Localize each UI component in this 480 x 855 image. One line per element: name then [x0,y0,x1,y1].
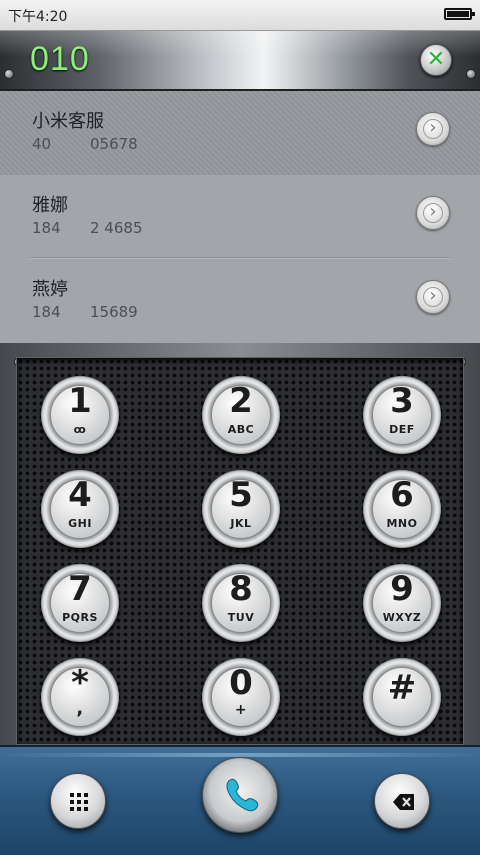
chevron-right-icon: › [429,117,437,138]
key-letters: WXYZ [382,611,422,624]
key-7[interactable]: 7 PQRS [41,564,119,642]
contact-detail-button[interactable]: › [416,280,450,314]
key-digit: 0 [229,663,253,703]
key-digit: # [387,668,417,708]
screw-icon [466,69,476,79]
key-digit: 5 [229,475,253,515]
contact-row[interactable]: 燕婷 184 15689 › [0,259,480,343]
key-digit: 4 [68,475,92,515]
key-4[interactable]: 4 GHI [41,470,119,548]
speaker-grille: 1 ꝏ 2 ABC 3 DEF 4 GHI 5 JKL 6 MNO 7 PQRS… [16,357,464,745]
clear-number-button[interactable]: ✕ [420,44,452,76]
key-hash[interactable]: # [363,658,441,736]
clear-x-icon: ✕ [426,47,446,72]
key-digit: 7 [68,569,92,609]
key-letters: TUV [227,611,255,624]
backspace-icon [393,794,414,810]
dialed-number: 010 [30,40,90,78]
key-letters: GHI [68,517,92,530]
dialed-number-header: 010 ✕ [0,31,480,91]
keypad-grid-icon [70,793,88,811]
key-digit: * [71,663,89,703]
key-digit: 2 [229,381,253,421]
contact-row[interactable]: 小米客服 40 05678 › [0,91,480,175]
key-9[interactable]: 9 WXYZ [363,564,441,642]
key-star[interactable]: * , [41,658,119,736]
chevron-right-icon: › [429,285,437,306]
backspace-button[interactable] [374,773,430,829]
status-bar: 下午4:20 [0,0,480,31]
phone-handset-icon [226,778,259,812]
key-1[interactable]: 1 ꝏ [41,376,119,454]
battery-icon [444,8,475,20]
action-bar [0,745,480,855]
contact-number-part: 184 [32,219,61,237]
contact-detail-button[interactable]: › [416,112,450,146]
contact-detail-button[interactable]: › [416,196,450,230]
keypad-panel: 1 ꝏ 2 ABC 3 DEF 4 GHI 5 JKL 6 MNO 7 PQRS… [0,343,480,745]
key-5[interactable]: 5 JKL [202,470,280,548]
key-2[interactable]: 2 ABC [202,376,280,454]
key-3[interactable]: 3 DEF [363,376,441,454]
contact-number-part: 05678 [90,135,138,153]
contact-row[interactable]: 雅娜 184 2 4685 › [0,175,480,259]
key-digit: 6 [390,475,414,515]
key-letters: , [76,698,84,719]
key-letters: DEF [389,423,415,436]
key-letters: MNO [386,517,418,530]
contact-suggestions-list: 小米客服 40 05678 › 雅娜 184 2 4685 › 燕婷 184 1… [0,91,480,343]
contact-name: 燕婷 [32,279,68,300]
contact-number-part: 184 [32,303,61,321]
key-letters: + [234,702,248,718]
key-6[interactable]: 6 MNO [363,470,441,548]
contact-name: 雅娜 [32,195,68,216]
screw-icon [4,69,14,79]
toggle-keypad-button[interactable] [50,773,106,829]
contact-name: 小米客服 [32,111,104,132]
status-time: 下午4:20 [8,9,68,25]
chevron-right-icon: › [429,201,437,222]
key-digit: 9 [390,569,414,609]
key-digit: 8 [229,569,253,609]
contact-number-part: 40 [32,135,52,153]
voicemail-icon: ꝏ [73,423,87,436]
contact-number-part: 15689 [90,303,138,321]
key-digit: 1 [68,381,92,421]
call-button[interactable] [202,757,278,833]
key-0[interactable]: 0 + [202,658,280,736]
contact-number-part: 2 4685 [90,219,143,237]
key-8[interactable]: 8 TUV [202,564,280,642]
key-letters: ABC [227,423,255,436]
key-letters: PQRS [62,611,98,624]
key-letters: JKL [230,517,252,530]
key-digit: 3 [390,381,414,421]
